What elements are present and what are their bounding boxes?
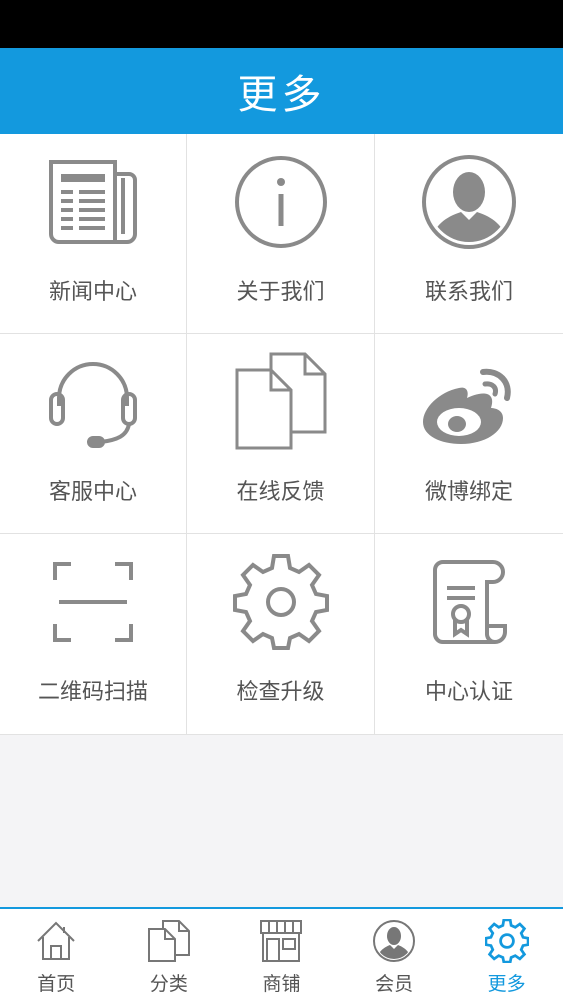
- newspaper-icon: [43, 152, 143, 252]
- menu-item-contact[interactable]: 联系我们: [375, 134, 563, 334]
- store-icon: [259, 919, 303, 963]
- menu-item-label: 微博绑定: [424, 480, 513, 505]
- person-icon: [419, 152, 519, 252]
- header: 更多: [0, 48, 563, 134]
- tab-member[interactable]: 会员: [338, 909, 451, 1002]
- menu-item-news[interactable]: 新闻中心: [0, 134, 187, 334]
- menu-item-qr-scan[interactable]: 二维码扫描: [0, 534, 187, 734]
- menu-item-weibo[interactable]: 微博绑定: [375, 334, 563, 534]
- scan-icon: [43, 552, 143, 652]
- menu-item-about[interactable]: 关于我们: [187, 134, 375, 334]
- menu-item-label: 新闻中心: [48, 280, 137, 305]
- menu-item-label: 二维码扫描: [37, 680, 148, 705]
- settings-icon: [484, 919, 529, 963]
- menu-item-upgrade[interactable]: 检查升级: [187, 534, 375, 734]
- bottom-tab-bar: 首页 分类 商铺 会员 更多: [0, 907, 563, 1002]
- tab-label: 更多: [487, 973, 526, 995]
- headset-icon: [43, 352, 143, 452]
- category-icon: [147, 919, 191, 963]
- certificate-icon: [419, 552, 519, 652]
- tab-store[interactable]: 商铺: [225, 909, 338, 1002]
- menu-grid: 新闻中心 关于我们 联系我们 客服中心 在线反馈 微博绑定 二维码扫描 检查升级…: [0, 134, 563, 735]
- tab-label: 分类: [149, 973, 188, 995]
- page-title: 更多: [237, 72, 326, 118]
- menu-item-label: 关于我们: [236, 280, 325, 305]
- tab-label: 首页: [37, 973, 76, 995]
- menu-item-label: 在线反馈: [236, 480, 325, 505]
- menu-item-feedback[interactable]: 在线反馈: [187, 334, 375, 534]
- menu-item-label: 检查升级: [236, 680, 325, 705]
- info-icon: [231, 152, 331, 252]
- menu-item-label: 中心认证: [424, 680, 513, 705]
- tab-label: 会员: [375, 973, 414, 995]
- home-icon: [34, 919, 78, 963]
- weibo-icon: [419, 352, 519, 452]
- gear-icon: [231, 552, 331, 652]
- status-bar: [0, 0, 563, 48]
- tab-category[interactable]: 分类: [113, 909, 226, 1002]
- menu-item-service[interactable]: 客服中心: [0, 334, 187, 534]
- menu-item-label: 联系我们: [424, 280, 513, 305]
- menu-item-label: 客服中心: [48, 480, 137, 505]
- menu-item-certification[interactable]: 中心认证: [375, 534, 563, 734]
- tab-label: 商铺: [262, 973, 301, 995]
- tab-home[interactable]: 首页: [0, 909, 113, 1002]
- documents-icon: [231, 352, 331, 452]
- tab-more[interactable]: 更多: [450, 909, 563, 1002]
- member-icon: [372, 919, 416, 963]
